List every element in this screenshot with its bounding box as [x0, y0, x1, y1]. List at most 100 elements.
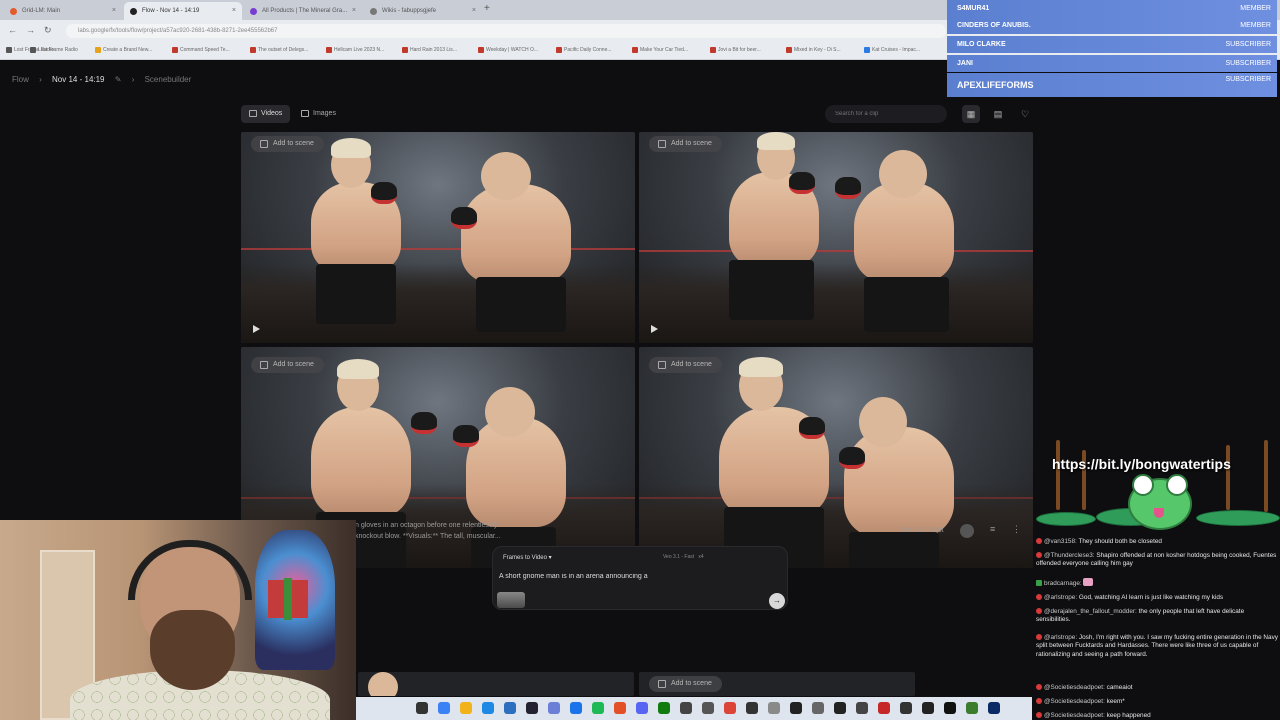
photoshop-icon[interactable] — [988, 702, 1000, 714]
app-icon[interactable] — [856, 702, 868, 714]
breadcrumb-root[interactable]: Flow — [12, 75, 29, 84]
browser-tab[interactable]: All Products | The Mineral Gra... × — [244, 2, 362, 20]
app-icon[interactable] — [944, 702, 956, 714]
send-arrow-icon[interactable]: → — [769, 593, 785, 609]
glove — [453, 425, 479, 447]
reload-icon[interactable]: ↻ — [44, 25, 52, 36]
breadcrumb-project[interactable]: Nov 14 - 14:19 — [52, 75, 104, 84]
breadcrumb: Flow › Nov 14 - 14:19 ✎ › Scenebuilder — [12, 75, 199, 84]
edit-icon[interactable]: ✎ — [115, 75, 122, 84]
xbox-icon[interactable] — [658, 702, 670, 714]
close-icon[interactable]: × — [352, 2, 356, 20]
bookmark-item[interactable]: The outset of Delegs... — [250, 47, 308, 53]
bookmark-item[interactable]: Weekday | WATCH O... — [478, 47, 538, 53]
tab-favicon-icon — [130, 8, 137, 15]
badge-icon — [1036, 552, 1042, 558]
tab-favicon-icon — [250, 8, 257, 15]
bookmark-item[interactable]: Create a Brand New... — [95, 47, 152, 53]
breadcrumb-section[interactable]: Scenebuilder — [145, 75, 192, 84]
spotify-icon[interactable] — [592, 702, 604, 714]
app-icon[interactable] — [680, 702, 692, 714]
more-icon[interactable]: ⋮ — [1012, 524, 1021, 535]
badge-icon — [1036, 538, 1042, 544]
bookmark-item[interactable]: Kat Cruises - Impac... — [864, 47, 920, 53]
bookmark-item[interactable]: Hard Rain 2013 Lis... — [402, 47, 457, 53]
app-icon[interactable] — [438, 702, 450, 714]
glove — [451, 207, 477, 229]
chat-message: @Thunderclese3: Shapiro offended at non … — [1036, 552, 1277, 568]
favorites-icon[interactable]: ♡ — [1016, 105, 1034, 123]
app-icon[interactable] — [614, 702, 626, 714]
app-icon[interactable] — [900, 702, 912, 714]
bookmark-icon — [786, 47, 792, 53]
frame-thumbnail[interactable] — [497, 592, 525, 608]
chat-message: @Societiesdeadpoet: cameaiot — [1036, 684, 1278, 692]
mode-dropdown[interactable]: Frames to Video ▾ — [503, 554, 552, 561]
bookmark-item[interactable]: Mixed in Key - Di S... — [786, 47, 841, 53]
app-icon[interactable] — [768, 702, 780, 714]
add-to-scene-button[interactable]: Add to scene — [649, 357, 722, 373]
app-icon[interactable] — [504, 702, 516, 714]
discord-icon[interactable] — [636, 702, 648, 714]
adjust-icon[interactable]: ≡ — [990, 524, 995, 534]
model-selector[interactable]: Veo 3.1 - Fast x4 — [663, 554, 704, 560]
video-card[interactable] — [358, 672, 634, 696]
video-card[interactable]: Add to scene — [241, 132, 635, 343]
avatar[interactable] — [960, 524, 974, 538]
close-icon[interactable]: × — [112, 2, 116, 20]
app-icon[interactable] — [834, 702, 846, 714]
bookmark-item[interactable]: Pacific Daily Conne... — [556, 47, 612, 53]
close-icon[interactable]: × — [232, 2, 236, 20]
start-icon[interactable] — [416, 702, 428, 714]
app-icon[interactable] — [702, 702, 714, 714]
prompt-input[interactable] — [499, 573, 769, 580]
bookmark-item[interactable]: Lost Frame Radio — [30, 47, 78, 53]
video-card[interactable]: Add to scene — [639, 347, 1033, 568]
app-icon[interactable] — [812, 702, 824, 714]
list-view-icon[interactable]: ▤ — [989, 105, 1007, 123]
add-to-scene-button[interactable]: Add to scene — [649, 676, 722, 692]
new-tab-icon[interactable]: + — [484, 3, 490, 14]
bookmark-icon — [326, 47, 332, 53]
chat-panel: @van3158: They should both be closeted @… — [1033, 534, 1280, 720]
chrome-icon[interactable] — [724, 702, 736, 714]
bookmark-item[interactable]: Hellcam Live 2023 N... — [326, 47, 384, 53]
glove — [799, 417, 825, 439]
grid-view-icon[interactable]: ▦ — [962, 105, 980, 123]
url-field[interactable]: labs.google/fx/tools/flow/project/a57ac9… — [66, 24, 946, 38]
play-icon[interactable] — [253, 325, 260, 333]
video-card[interactable]: Add to scene — [639, 672, 915, 696]
add-to-scene-button[interactable]: Add to scene — [649, 136, 722, 152]
browser-tab[interactable]: Wikis - fabuppsgjefe × — [364, 2, 482, 20]
badge-icon — [1036, 594, 1042, 600]
add-to-scene-button[interactable]: Add to scene — [251, 136, 324, 152]
image-icon — [301, 110, 309, 117]
app-icon[interactable] — [526, 702, 538, 714]
close-icon[interactable]: × — [472, 2, 476, 20]
app-icon[interactable] — [878, 702, 890, 714]
app-icon[interactable] — [482, 702, 494, 714]
app-icon[interactable] — [746, 702, 758, 714]
folder-icon[interactable] — [460, 702, 472, 714]
app-icon[interactable] — [966, 702, 978, 714]
app-icon[interactable] — [548, 702, 560, 714]
browser-tab[interactable]: Grid-LM: Main × — [4, 2, 122, 20]
bookmark-icon — [30, 47, 36, 53]
app-icon[interactable] — [922, 702, 934, 714]
add-to-scene-button[interactable]: Add to scene — [251, 357, 324, 373]
play-icon[interactable] — [651, 325, 658, 333]
browser-tab-active[interactable]: Flow - Nov 14 - 14:19 × — [124, 2, 242, 20]
back-icon[interactable]: ← — [8, 25, 17, 35]
app-icon[interactable] — [570, 702, 582, 714]
video-card[interactable]: Add to scene — [639, 132, 1033, 343]
bookmark-item[interactable]: Make Your Car Tied... — [632, 47, 688, 53]
tab-videos[interactable]: Videos — [241, 105, 291, 123]
taskbar — [356, 697, 1032, 720]
search-input[interactable] — [825, 105, 947, 123]
tab-images[interactable]: Images — [293, 105, 344, 123]
bookmark-item[interactable]: Jovi a Bit for beer... — [710, 47, 761, 53]
bookmark-item[interactable]: Command Speed Te... — [172, 47, 230, 53]
add-icon — [658, 140, 666, 148]
forward-icon[interactable]: → — [26, 25, 35, 35]
app-icon[interactable] — [790, 702, 802, 714]
